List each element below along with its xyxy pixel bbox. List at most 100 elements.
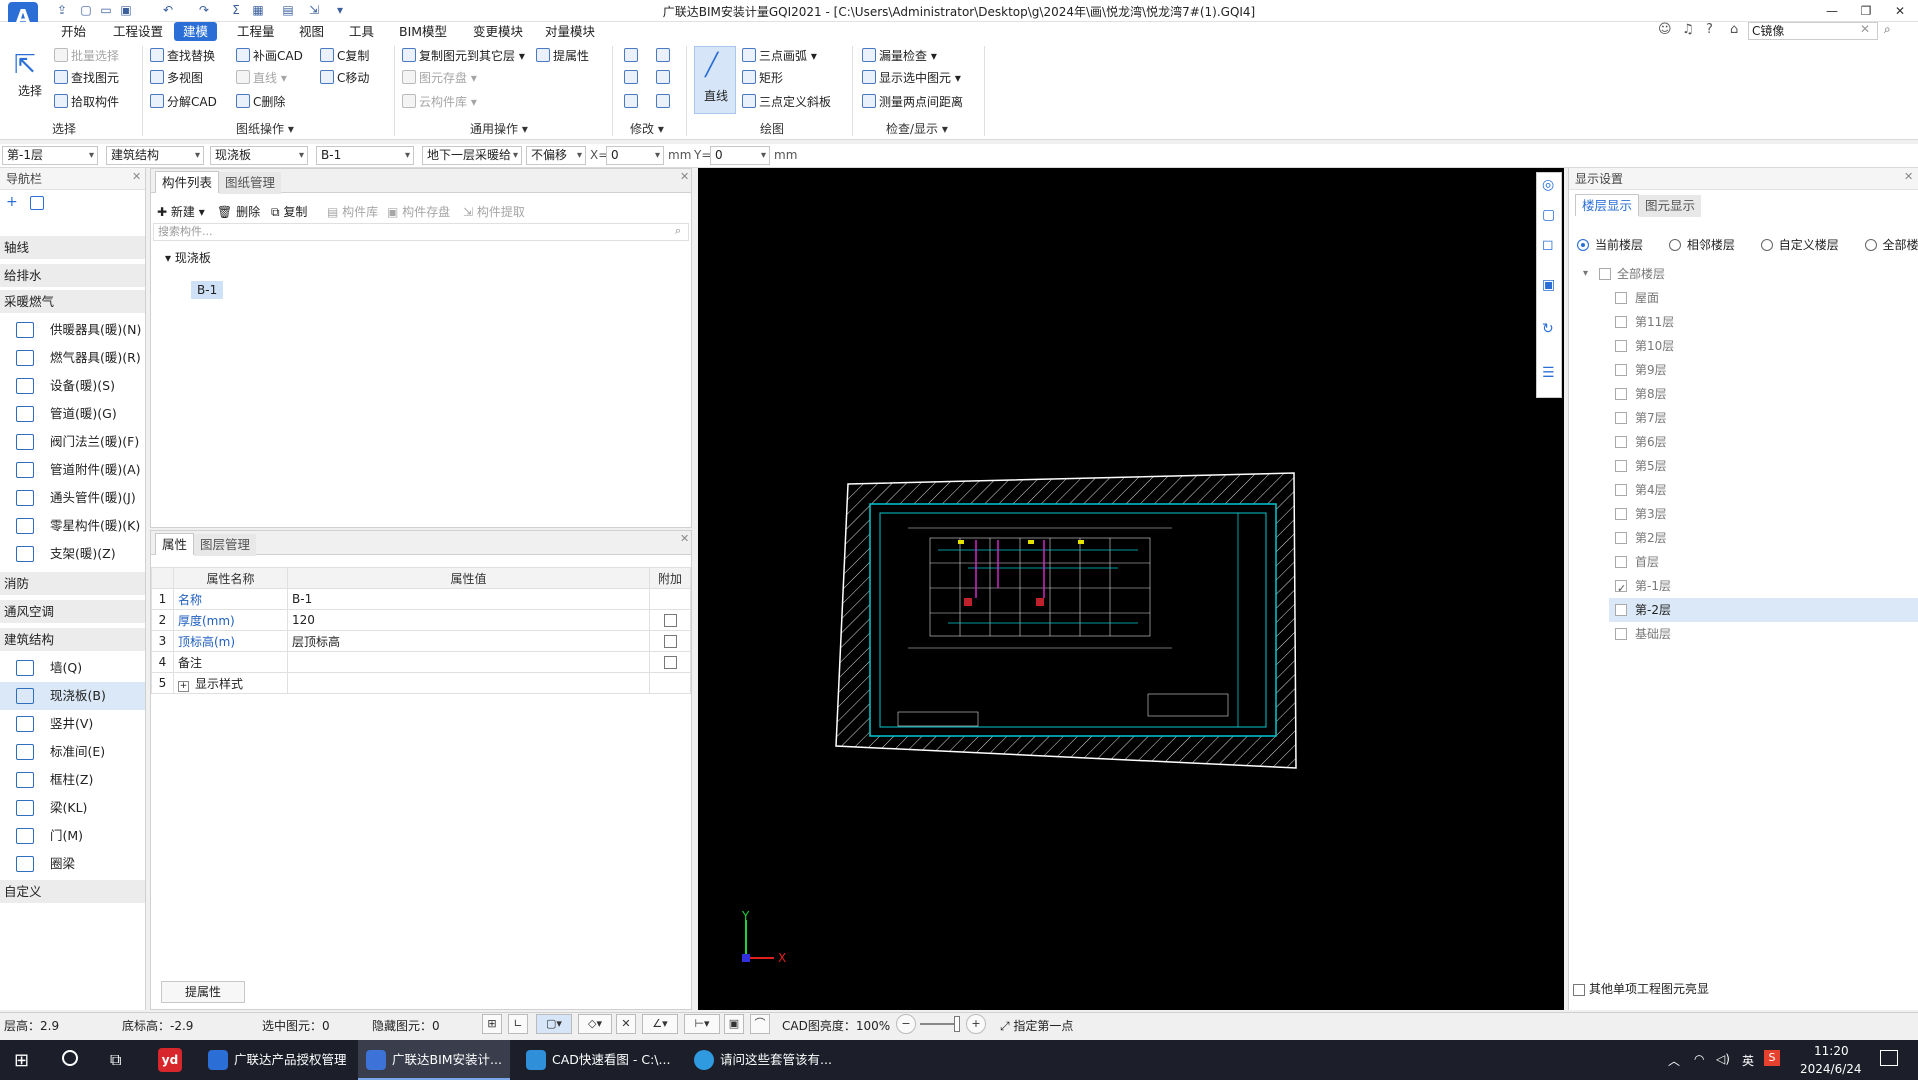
select-arrow-icon[interactable]: ⇱ [14, 50, 36, 80]
sogou-ime-icon[interactable]: S [1764, 1050, 1780, 1066]
radio-all-floors[interactable]: 全部楼层 [1864, 238, 1918, 252]
youdao-app-icon[interactable]: yd [158, 1048, 182, 1072]
floor-item[interactable]: 第7层 [1609, 406, 1918, 430]
nav-arch-item[interactable]: 墙(Q) [0, 654, 145, 682]
restore-button[interactable]: ❐ [1852, 2, 1880, 20]
find-element-button[interactable]: 查找图元 [54, 68, 119, 88]
component-library-button[interactable]: ▤ 构件库 [327, 203, 378, 220]
dimension-icon[interactable]: ⊢▾ [684, 1014, 720, 1034]
menu-change-module[interactable]: 变更模块 [464, 22, 532, 41]
2d-view-icon[interactable]: ▢ [1542, 207, 1555, 223]
slope3-button[interactable]: 三点定义斜板 [742, 92, 831, 112]
nav-close-icon[interactable]: ✕ [132, 170, 141, 183]
cloud-library-button[interactable]: 云构件库 ▾ [402, 92, 477, 112]
c-move-button[interactable]: C移动 [320, 68, 369, 88]
notification-icon[interactable] [1880, 1050, 1898, 1066]
attr-value-cell[interactable] [287, 651, 650, 673]
snap-grid-icon[interactable]: ⊞ [482, 1014, 502, 1034]
attr-value-cell[interactable]: 120 [287, 609, 650, 631]
floor-checkbox[interactable] [1615, 604, 1627, 616]
close-button[interactable]: ✕ [1886, 2, 1914, 20]
ortho-icon[interactable]: ∟ [508, 1014, 528, 1034]
network-icon[interactable]: ◠ [1694, 1052, 1704, 1066]
floor-checkbox[interactable] [1615, 364, 1627, 376]
nav-cat-arch[interactable]: 建筑结构 [0, 628, 145, 652]
headset-icon[interactable]: ♫ [1682, 22, 1694, 37]
floor-item[interactable]: 第10层 [1609, 334, 1918, 358]
pick-component-button[interactable]: 拾取构件 [54, 92, 119, 112]
nav-add-icon[interactable]: + [6, 194, 18, 210]
menu-project-settings[interactable]: 工程设置 [104, 22, 172, 41]
leak-check-button[interactable]: 漏量检查 ▾ [862, 46, 937, 66]
floor-item[interactable]: 基础层 [1609, 622, 1918, 646]
floor-checkbox[interactable] [1615, 577, 1627, 601]
floor-item[interactable]: 第-1层 [1609, 574, 1918, 601]
nav-arch-item[interactable]: 门(M) [0, 822, 145, 850]
taskbar-item-browser[interactable]: 请问这些套管该有... [686, 1040, 838, 1080]
menu-bim-model[interactable]: BIM模型 [390, 22, 456, 41]
floor-item[interactable]: 首层 [1609, 550, 1918, 574]
nav-cat-fire[interactable]: 消防 [0, 572, 145, 596]
properties-panel-close-icon[interactable]: ✕ [680, 532, 689, 545]
nav-heating-item[interactable]: 管道(暖)(G) [0, 400, 145, 428]
minimize-button[interactable]: — [1818, 2, 1846, 20]
clear-icon[interactable]: ✕ [1860, 22, 1870, 36]
layer-icon[interactable]: ▣ [724, 1014, 744, 1034]
display-panel-close-icon[interactable]: ✕ [1904, 170, 1913, 183]
nav-cat-water[interactable]: 给排水 [0, 264, 145, 288]
tree-expand-icon[interactable]: ▾ [1583, 262, 1588, 286]
component-extract-button[interactable]: ⇲ 构件提取 [463, 203, 525, 220]
c-delete-button[interactable]: C删除 [236, 92, 285, 112]
menu-tools[interactable]: 工具 [340, 22, 383, 41]
x-input[interactable]: 0 [606, 146, 664, 165]
cross-icon[interactable]: ✕ [616, 1014, 636, 1034]
property-row[interactable]: 2 厚度(mm) 120 [151, 609, 691, 631]
copy-to-floor-button[interactable]: 复制图元到其它层 ▾ [402, 46, 525, 66]
floor-checkbox[interactable] [1615, 484, 1627, 496]
c-copy-button[interactable]: C复制 [320, 46, 369, 66]
search-circle-icon[interactable] [62, 1050, 78, 1066]
nav-arch-item[interactable]: 现浇板(B) [0, 682, 145, 710]
measure-button[interactable]: 测量两点间距离 [862, 92, 963, 112]
radio-current-floor[interactable]: 当前楼层 [1577, 238, 1643, 252]
floor-checkbox[interactable] [1615, 436, 1627, 448]
radio-custom-floor[interactable]: 自定义楼层 [1760, 238, 1839, 252]
floor-item[interactable]: 第2层 [1609, 526, 1918, 550]
angle-icon[interactable]: ∠▾ [642, 1014, 678, 1034]
nav-arch-item[interactable]: 标准间(E) [0, 738, 145, 766]
polyline-icon[interactable]: ⌒ [750, 1014, 770, 1034]
new-component-button[interactable]: ✚ 新建 ▾ [157, 203, 205, 220]
layer-select[interactable]: 地下一层采暖给 [422, 146, 522, 165]
component-panel-close-icon[interactable]: ✕ [680, 170, 689, 183]
menu-start[interactable]: 开始 [52, 22, 95, 41]
rotate-view-icon[interactable]: ↻ [1542, 321, 1554, 337]
drawing-canvas[interactable]: Y X [698, 168, 1564, 1010]
modify-delete-button[interactable] [624, 92, 641, 112]
taskbar-item-gqi[interactable]: 广联达BIM安装计... [358, 1040, 510, 1080]
nav-arch-item[interactable]: 竖井(V) [0, 710, 145, 738]
tab-floor-display[interactable]: 楼层显示 [1575, 194, 1640, 216]
y-input[interactable]: 0 [710, 146, 770, 165]
brightness-plus-icon[interactable]: + [966, 1014, 986, 1034]
tab-layer-management[interactable]: 图层管理 [194, 534, 257, 556]
floor-item[interactable]: 第8层 [1609, 382, 1918, 406]
floor-checkbox[interactable] [1615, 556, 1627, 568]
floor-checkbox[interactable] [1615, 460, 1627, 472]
nav-arch-item[interactable]: 框柱(Z) [0, 766, 145, 794]
menu-view[interactable]: 视图 [290, 22, 333, 41]
nav-cat-custom[interactable]: 自定义 [0, 880, 145, 904]
copy-component-button[interactable]: ⧉ 复制 [271, 203, 307, 220]
menu-modeling[interactable]: 建模 [174, 22, 218, 41]
explode-cad-button[interactable]: 分解CAD [150, 92, 217, 112]
ime-indicator[interactable]: 英 [1742, 1052, 1754, 1069]
tray-chevron-icon[interactable]: ︿ [1668, 1052, 1680, 1069]
draw-line-button[interactable]: ╱ 直线 [694, 46, 736, 114]
tab-element-display[interactable]: 图元显示 [1639, 195, 1702, 217]
modify-copy-button[interactable] [624, 46, 641, 66]
brightness-slider-handle[interactable] [954, 1016, 960, 1032]
list-settings-icon[interactable]: ☰ [1542, 365, 1555, 381]
attr-value-cell[interactable]: 层顶标高 [287, 630, 650, 652]
attach-checkbox[interactable] [663, 614, 677, 627]
modify-mirror-button[interactable] [656, 68, 673, 88]
element-save-button[interactable]: 图元存盘 ▾ [402, 68, 477, 88]
